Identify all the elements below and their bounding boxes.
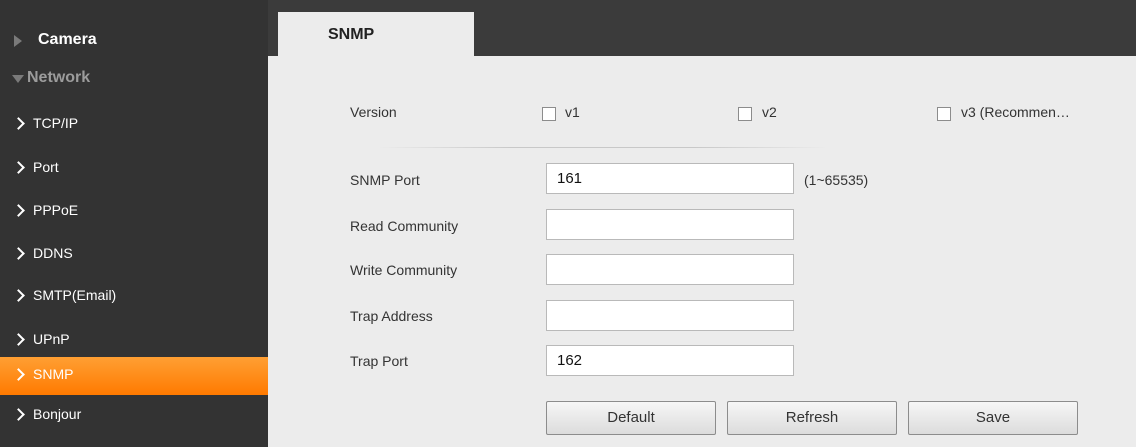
trap-address-label: Trap Address — [350, 308, 433, 324]
version-label: Version — [350, 104, 397, 120]
trap-address-input[interactable] — [546, 300, 794, 331]
read-community-label: Read Community — [350, 218, 459, 234]
v3-checkbox[interactable] — [937, 107, 951, 121]
sidebar-item-label: Port — [33, 159, 59, 175]
trap-port-input[interactable] — [546, 345, 794, 376]
divider — [378, 147, 828, 148]
snmp-settings-panel: Version v1 v2 v3 (Recommen… SNMP Port (1… — [268, 56, 1136, 447]
sidebar: Camera Network TCP/IP Port PPPoE DDNS SM… — [0, 0, 268, 447]
sidebar-item-bonjour[interactable]: Bonjour — [0, 397, 268, 435]
v2-label: v2 — [762, 104, 777, 120]
sidebar-category-label: Camera — [38, 31, 97, 48]
sidebar-item-smtp[interactable]: SMTP(Email) — [0, 278, 268, 316]
chevron-right-icon — [12, 333, 25, 346]
snmp-port-label: SNMP Port — [350, 172, 420, 188]
sidebar-item-snmp[interactable]: SNMP — [0, 357, 268, 395]
sidebar-item-label: SNMP — [33, 366, 74, 382]
trap-port-label: Trap Port — [350, 353, 408, 369]
v3-label: v3 (Recommen… — [961, 104, 1070, 120]
sidebar-item-tcpip[interactable]: TCP/IP — [0, 106, 268, 144]
tab-label: SNMP — [328, 26, 375, 43]
sidebar-item-upnp[interactable]: UPnP — [0, 322, 268, 360]
sidebar-item-label: PPPoE — [33, 202, 79, 218]
chevron-right-icon — [12, 289, 25, 302]
write-community-input[interactable] — [546, 254, 794, 285]
sidebar-item-label: TCP/IP — [33, 115, 79, 131]
snmp-port-range-hint: (1~65535) — [804, 172, 869, 188]
default-button[interactable]: Default — [546, 401, 716, 435]
chevron-right-icon — [12, 204, 25, 217]
caret-right-icon — [14, 35, 22, 47]
chevron-right-icon — [12, 117, 25, 130]
tab-snmp[interactable]: SNMP — [278, 12, 474, 56]
sidebar-item-label: DDNS — [33, 245, 73, 261]
v1-label: v1 — [565, 104, 580, 120]
read-community-input[interactable] — [546, 209, 794, 240]
snmp-port-input[interactable] — [546, 163, 794, 194]
write-community-label: Write Community — [350, 262, 458, 278]
v1-checkbox[interactable] — [542, 107, 556, 121]
top-strip — [268, 0, 1136, 12]
tab-bar: SNMP — [268, 0, 1136, 56]
sidebar-item-label: Bonjour — [33, 406, 82, 422]
save-button[interactable]: Save — [908, 401, 1078, 435]
chevron-right-icon — [12, 161, 25, 174]
sidebar-item-port[interactable]: Port — [0, 150, 268, 188]
chevron-right-icon — [12, 368, 25, 381]
sidebar-item-ddns[interactable]: DDNS — [0, 236, 268, 274]
caret-down-icon — [12, 75, 24, 83]
chevron-right-icon — [12, 247, 25, 260]
sidebar-item-pppoe[interactable]: PPPoE — [0, 193, 268, 231]
sidebar-item-label: UPnP — [33, 331, 70, 347]
sidebar-category-camera[interactable]: Camera — [0, 25, 268, 57]
v2-checkbox[interactable] — [738, 107, 752, 121]
sidebar-category-network[interactable]: Network — [0, 63, 268, 95]
sidebar-item-label: SMTP(Email) — [33, 287, 117, 303]
chevron-right-icon — [12, 408, 25, 421]
refresh-button[interactable]: Refresh — [727, 401, 897, 435]
sidebar-category-label: Network — [27, 69, 91, 86]
